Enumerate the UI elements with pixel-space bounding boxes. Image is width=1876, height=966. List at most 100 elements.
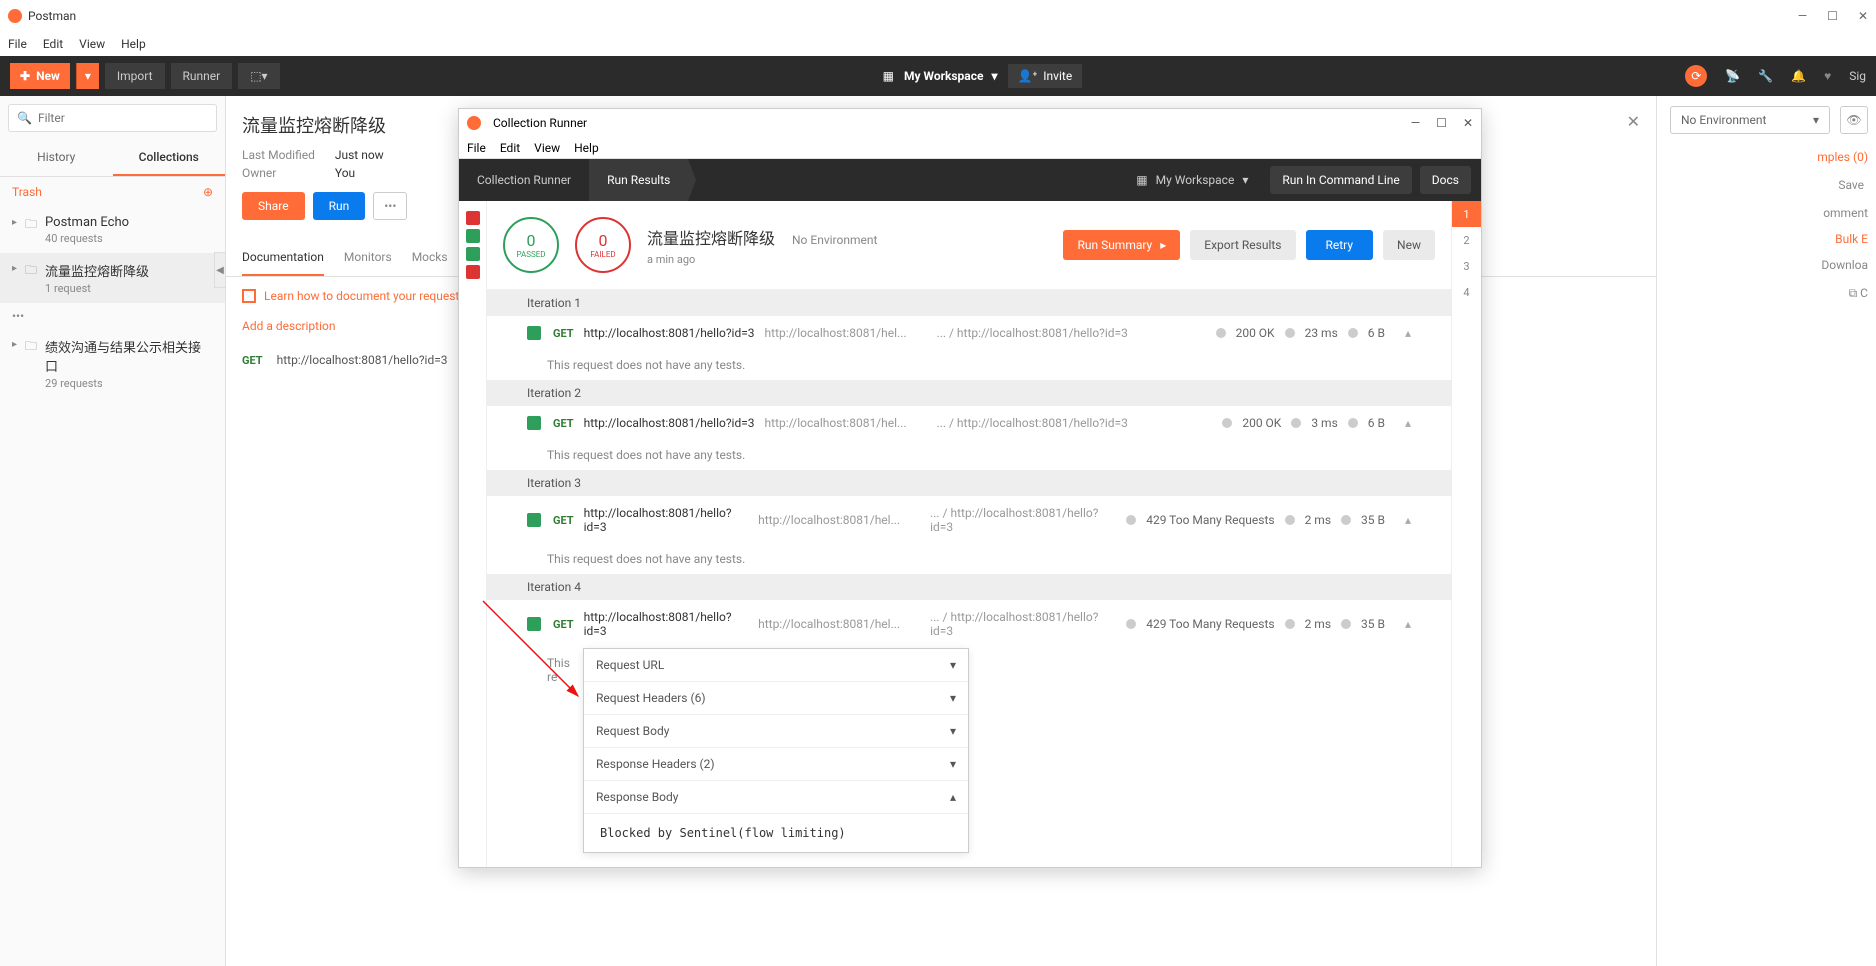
close-icon[interactable]: ✕ (1463, 116, 1473, 130)
detail-request-headers[interactable]: Request Headers (6)▾ (584, 682, 968, 715)
comments-link[interactable]: omment (1817, 200, 1868, 226)
chevron-up-icon[interactable]: ▴ (1405, 617, 1411, 631)
more-button[interactable]: ••• (373, 192, 407, 220)
breadcrumb-runner[interactable]: Collection Runner (459, 159, 589, 201)
environment-select[interactable]: No Environment ▾ (1670, 106, 1830, 134)
last-modified-label: Last Modified (242, 148, 315, 162)
dot-icon (1216, 328, 1226, 338)
new-collection-icon[interactable]: ⊕ (203, 185, 213, 199)
passed-circle: 0 PASSED (503, 217, 559, 273)
chevron-right-icon: ▸ (1160, 238, 1166, 252)
detail-response-body[interactable]: Response Body▴ (584, 781, 968, 814)
heart-icon[interactable]: ♥ (1824, 69, 1831, 83)
menu-file[interactable]: File (467, 141, 486, 155)
iteration-request[interactable]: GET http://localhost:8081/hello?id=3 htt… (487, 316, 1451, 350)
pager-item[interactable]: 2 (1452, 227, 1481, 253)
sync-icon[interactable]: ⟳ (1685, 65, 1707, 87)
menu-view[interactable]: View (534, 141, 560, 155)
maximize-icon[interactable]: ☐ (1436, 116, 1447, 130)
bell-icon[interactable]: 🔔 (1791, 69, 1806, 83)
run-cli-button[interactable]: Run In Command Line (1270, 166, 1411, 194)
signin-link[interactable]: Sig (1849, 69, 1866, 83)
runner-button[interactable]: Runner (171, 63, 233, 89)
chevron-up-icon[interactable]: ▴ (1405, 416, 1411, 430)
plus-icon: ✚ (20, 69, 30, 83)
iteration-request[interactable]: GET http://localhost:8081/hello?id=3 htt… (487, 406, 1451, 440)
method-badge: GET (242, 354, 263, 367)
tab-documentation[interactable]: Documentation (242, 240, 324, 276)
breadcrumb-results[interactable]: Run Results (589, 159, 688, 201)
workspace-selector[interactable]: My Workspace ▾ (904, 69, 998, 83)
status-square (527, 416, 541, 430)
copy-icon[interactable]: ⧉ C (1817, 278, 1868, 309)
wrench-icon[interactable]: 🔧 (1758, 69, 1773, 83)
new-dropdown[interactable]: ▾ (76, 63, 99, 89)
tab-monitors[interactable]: Monitors (344, 240, 392, 276)
save-button[interactable]: Save (1817, 170, 1868, 200)
eye-icon[interactable]: 👁 (1840, 106, 1868, 134)
chevron-down-icon: ▾ (950, 757, 956, 771)
bulk-edit-link[interactable]: Bulk E (1817, 226, 1868, 252)
app-toolbar: ✚ New ▾ Import Runner ⬚▾ ▦ My Workspace … (0, 56, 1876, 96)
tab-history[interactable]: History (0, 140, 113, 176)
chevron-right-icon: ▸ (12, 263, 17, 274)
new-run-button[interactable]: New (1383, 230, 1435, 260)
open-new-button[interactable]: ⬚▾ (238, 63, 279, 89)
iteration-header: Iteration 3 (487, 470, 1451, 496)
iteration-request[interactable]: GET http://localhost:8081/hello?id=3 htt… (487, 496, 1451, 544)
run-time: a min ago (647, 253, 1047, 266)
pager-item[interactable]: 4 (1452, 279, 1481, 305)
menu-view[interactable]: View (79, 37, 105, 51)
examples-link[interactable]: mples (0) (1817, 144, 1868, 170)
download-link[interactable]: Downloa (1817, 252, 1868, 278)
sidebar: 🔍 History Collections Trash ⊕ ▸ 🗀 Postma… (0, 96, 226, 966)
close-icon[interactable]: ✕ (1858, 9, 1868, 23)
request-url: http://localhost:8081/hello?id=3 (584, 326, 755, 340)
owner-label: Owner (242, 166, 315, 180)
satellite-icon[interactable]: 📡 (1725, 69, 1740, 83)
detail-request-url[interactable]: Request URL▾ (584, 649, 968, 682)
no-tests-note: This request does not have any tests. (487, 544, 1451, 574)
menu-file[interactable]: File (8, 37, 27, 51)
tab-collections[interactable]: Collections (113, 140, 226, 176)
run-summary-button[interactable]: Run Summary ▸ (1063, 230, 1180, 260)
menu-edit[interactable]: Edit (500, 141, 520, 155)
collection-item[interactable]: ▸ 🗀 流量监控熔断降级 1 request (0, 253, 225, 303)
minimize-icon[interactable]: — (1798, 9, 1807, 23)
new-button[interactable]: ✚ New (10, 63, 70, 89)
owner-value: You (335, 166, 384, 180)
invite-button[interactable]: 👤⁺ Invite (1008, 64, 1083, 88)
import-button[interactable]: Import (105, 63, 165, 89)
pager-item[interactable]: 1 (1452, 201, 1481, 227)
run-name: 流量监控熔断降级 (647, 229, 775, 248)
dot-icon (1348, 328, 1358, 338)
runner-sidebar (459, 201, 487, 867)
close-doc-icon[interactable]: ✕ (1627, 112, 1640, 131)
detail-request-body[interactable]: Request Body▾ (584, 715, 968, 748)
menu-help[interactable]: Help (121, 37, 146, 51)
export-results-button[interactable]: Export Results (1190, 230, 1295, 260)
menu-help[interactable]: Help (574, 141, 599, 155)
filter-input[interactable] (38, 111, 208, 125)
collection-item[interactable]: ▸ 🗀 绩效沟通与结果公示相关接口 29 requests (0, 329, 225, 398)
run-summary: 0 PASSED 0 FAILED 流量监控熔断降级 No Environmen… (487, 201, 1451, 290)
share-button[interactable]: Share (242, 192, 305, 220)
docs-button[interactable]: Docs (1420, 166, 1471, 194)
minimize-icon[interactable]: — (1411, 116, 1420, 130)
chevron-up-icon[interactable]: ▴ (1405, 513, 1411, 527)
trash-link[interactable]: Trash (12, 185, 42, 199)
more-icon[interactable]: ••• (0, 303, 225, 329)
collection-item[interactable]: ▸ 🗀 Postman Echo 40 requests (0, 207, 225, 253)
menu-edit[interactable]: Edit (43, 37, 63, 51)
retry-button[interactable]: Retry (1306, 230, 1374, 260)
tab-mocks[interactable]: Mocks (412, 240, 448, 276)
filter-input-wrap[interactable]: 🔍 (8, 104, 217, 132)
iteration-request[interactable]: GET http://localhost:8081/hello?id=3 htt… (487, 600, 1451, 648)
pager-item[interactable]: 3 (1452, 253, 1481, 279)
run-button[interactable]: Run (313, 192, 366, 220)
chevron-up-icon[interactable]: ▴ (1405, 326, 1411, 340)
maximize-icon[interactable]: ☐ (1827, 9, 1838, 23)
toggle-sidebar-icon[interactable]: ◀ (214, 252, 226, 288)
detail-response-headers[interactable]: Response Headers (2)▾ (584, 748, 968, 781)
runner-workspace[interactable]: ▦ My Workspace ▾ (1124, 173, 1260, 187)
